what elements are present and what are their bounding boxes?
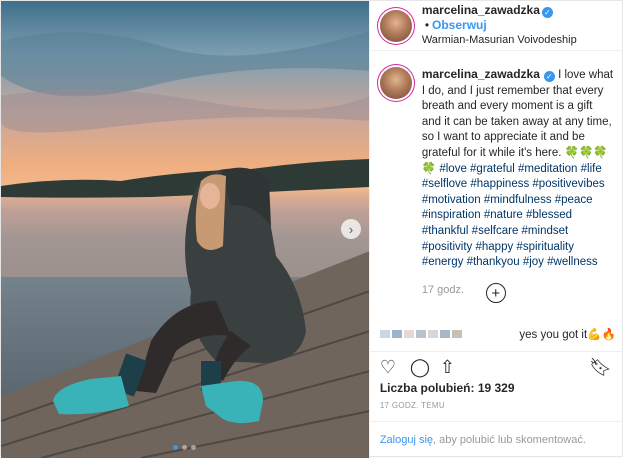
- caption-area: marcelina_zawadzka ✓ I love what I do, an…: [370, 51, 622, 298]
- verified-badge-icon: ✓: [543, 71, 555, 82]
- plus-circle-icon: +: [491, 284, 501, 302]
- carousel-dot[interactable]: [191, 445, 197, 450]
- login-text: , aby polubić lub skomentować.: [433, 434, 586, 446]
- location-link[interactable]: Warmian-Masurian Voivodeship: [422, 33, 614, 48]
- carousel-dot[interactable]: [182, 445, 188, 450]
- comment-text: yes you got it: [519, 329, 588, 341]
- post-header: marcelina_zawadzka ✓ • Obserwuj Warmian-Mas…: [369, 1, 622, 51]
- posted-ago: 17 GODZ. TEMU: [379, 401, 445, 410]
- post-side-panel: marcelina_zawadzka ✓• Obserwuj Warmian-Mas…: [368, 1, 622, 458]
- comment-icon[interactable]: ◯: [410, 357, 440, 378]
- action-bar: ♡ ◯ ⇧ 🔖︎: [369, 351, 622, 379]
- verified-badge-icon: ✓: [541, 7, 553, 18]
- likes-label: Liczba polubień:: [379, 381, 475, 395]
- carousel-dots: [1, 445, 369, 450]
- load-more-comments-button[interactable]: +: [485, 283, 506, 303]
- caption-time: 17 godz.: [421, 283, 465, 296]
- follow-button[interactable]: Obserwuj: [432, 18, 487, 32]
- photo-scene: [1, 31, 369, 458]
- caption: marcelina_zawadzka ✓ I love what I do, an…: [422, 67, 614, 298]
- share-icon[interactable]: ⇧: [440, 357, 470, 378]
- heart-icon[interactable]: ♡: [380, 357, 410, 378]
- login-prompt: Zaloguj się, aby polubić lub skomentować…: [369, 421, 622, 458]
- bookmark-icon[interactable]: 🔖︎: [589, 357, 612, 378]
- carousel-dot[interactable]: [173, 445, 179, 450]
- carousel-next-button[interactable]: ›: [341, 219, 361, 239]
- author-username[interactable]: marcelina_zawadzka: [422, 3, 540, 17]
- likes-number: 19 329: [477, 381, 515, 395]
- comment-emoji: 💪🔥: [587, 329, 616, 341]
- chevron-right-icon: ›: [348, 221, 354, 237]
- likes-count[interactable]: Liczba polubień: 19 329: [380, 381, 515, 395]
- post-photo[interactable]: ›: [1, 1, 369, 458]
- separator-dot: •: [424, 18, 430, 32]
- caption-hashtags[interactable]: #love #grateful #meditation #life #selfl…: [422, 163, 605, 269]
- login-link[interactable]: Zaloguj się: [380, 434, 433, 446]
- comment-item: yes you got it💪🔥: [379, 323, 616, 345]
- caption-username[interactable]: marcelina_zawadzka: [422, 67, 540, 81]
- caption-text: I love what I do, and I just remember th…: [421, 69, 614, 159]
- avatar[interactable]: [379, 9, 412, 42]
- post-frame: › marcelina_zawadzka ✓• Obserwuj Warmian-M…: [0, 0, 623, 458]
- blurred-username[interactable]: [379, 330, 462, 338]
- caption-avatar[interactable]: [379, 67, 412, 99]
